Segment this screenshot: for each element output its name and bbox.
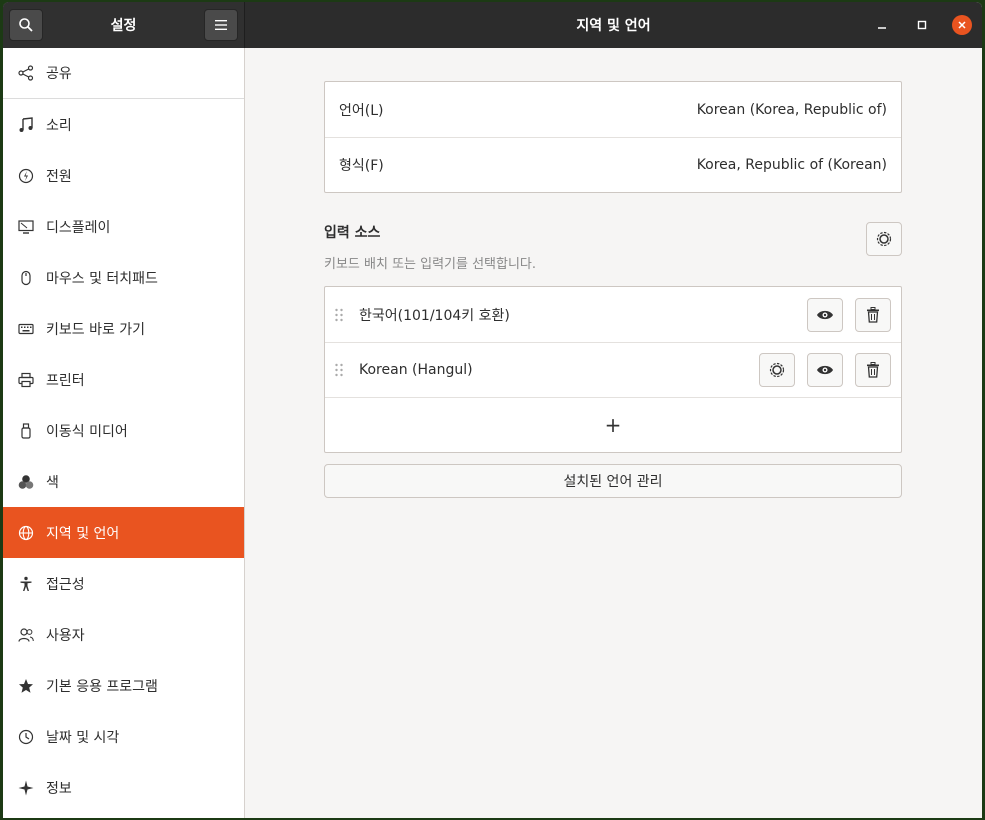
sidebar-item-label: 소리 <box>46 117 72 134</box>
settings-window: 설정 지역 및 언어 공유 소리 전원 디스플레이 마우스 및 터치패드 키보드… <box>3 2 982 818</box>
search-icon <box>19 18 33 32</box>
close-button[interactable] <box>952 15 972 35</box>
sidebar-item-label: 색 <box>46 474 59 491</box>
share-icon <box>18 65 34 81</box>
main-header: 지역 및 언어 <box>245 2 982 48</box>
hamburger-icon <box>214 20 227 30</box>
menu-button[interactable] <box>203 9 238 41</box>
drag-handle-icon[interactable] <box>333 308 345 322</box>
music-note-icon <box>18 116 34 133</box>
sidebar-item-color[interactable]: 색 <box>3 456 244 507</box>
sidebar-item-label: 지역 및 언어 <box>46 525 120 542</box>
formats-value: Korea, Republic of (Korean) <box>696 157 887 173</box>
printer-icon <box>18 372 34 388</box>
sidebar-item-display[interactable]: 디스플레이 <box>3 201 244 252</box>
language-card: 언어(L) Korean (Korea, Republic of) 형식(F) … <box>324 81 902 193</box>
sidebar-item-label: 접근성 <box>46 576 85 593</box>
page-title: 지역 및 언어 <box>576 18 651 34</box>
accessibility-icon <box>18 576 34 592</box>
remove-button[interactable] <box>855 353 891 387</box>
input-sources-subtitle: 키보드 배치 또는 입력기를 선택합니다. <box>324 257 537 272</box>
sidebar-item-users[interactable]: 사용자 <box>3 609 244 660</box>
input-source-label: Korean (Hangul) <box>359 362 473 378</box>
sidebar-header: 설정 <box>3 2 245 48</box>
remove-button[interactable] <box>855 297 891 332</box>
sparkle-icon <box>18 780 34 796</box>
input-sources-list: 한국어(101/104키 호환) Korean (Hangul) + <box>324 286 902 453</box>
sidebar-item-label: 공유 <box>46 66 72 82</box>
trash-icon <box>867 362 879 378</box>
keyboard-icon <box>18 321 34 337</box>
sidebar-item-label: 날짜 및 시각 <box>46 729 120 746</box>
close-icon <box>958 21 966 29</box>
formats-label: 형식(F) <box>339 158 384 174</box>
sidebar-item-power[interactable]: 전원 <box>3 150 244 201</box>
sidebar-item-default-apps[interactable]: 기본 응용 프로그램 <box>3 660 244 711</box>
clock-icon <box>18 729 34 745</box>
preview-button[interactable] <box>807 353 843 387</box>
sidebar-item-label: 키보드 바로 가기 <box>46 321 146 338</box>
sidebar-item-sharing[interactable]: 공유 <box>3 48 244 99</box>
sidebar-title: 설정 <box>110 18 137 34</box>
power-icon <box>18 168 34 184</box>
sidebar-item-label: 이동식 미디어 <box>46 423 128 440</box>
drag-handle-icon[interactable] <box>333 363 345 377</box>
sidebar-item-about[interactable]: 정보 <box>3 762 244 813</box>
sidebar-item-mouse[interactable]: 마우스 및 터치패드 <box>3 252 244 303</box>
eye-icon <box>817 365 833 375</box>
header-bar: 설정 지역 및 언어 <box>3 2 982 48</box>
sidebar: 공유 소리 전원 디스플레이 마우스 및 터치패드 키보드 바로 가기 프린터 … <box>3 48 245 818</box>
sidebar-item-region-language[interactable]: 지역 및 언어 <box>3 507 244 558</box>
sidebar-item-printers[interactable]: 프린터 <box>3 354 244 405</box>
input-sources-header: 입력 소스 키보드 배치 또는 입력기를 선택합니다. <box>324 222 902 272</box>
language-value: Korean (Korea, Republic of) <box>696 101 887 118</box>
input-source-label: 한국어(101/104키 호환) <box>359 307 510 324</box>
gear-icon <box>876 231 892 247</box>
sidebar-item-sound[interactable]: 소리 <box>3 99 244 150</box>
sidebar-item-label: 디스플레이 <box>46 219 111 236</box>
minimize-button[interactable] <box>872 15 892 35</box>
color-icon <box>18 474 34 490</box>
usb-icon <box>18 422 34 439</box>
sidebar-item-label: 정보 <box>46 780 72 797</box>
display-icon <box>18 219 34 235</box>
main-panel: 언어(L) Korean (Korea, Republic of) 형식(F) … <box>245 48 982 818</box>
sidebar-item-label: 사용자 <box>46 627 85 644</box>
input-sources-title: 입력 소스 <box>324 225 381 241</box>
search-button[interactable] <box>9 9 43 41</box>
minimize-icon <box>878 27 886 29</box>
sidebar-item-keyboard[interactable]: 키보드 바로 가기 <box>3 303 244 354</box>
maximize-button[interactable] <box>912 15 932 35</box>
eye-icon <box>817 310 833 319</box>
sidebar-item-label: 전원 <box>46 168 72 185</box>
formats-row[interactable]: 형식(F) Korea, Republic of (Korean) <box>325 137 901 192</box>
trash-icon <box>867 306 879 323</box>
manage-languages-button[interactable]: 설치된 언어 관리 <box>324 464 902 498</box>
sidebar-item-label: 기본 응용 프로그램 <box>46 678 158 695</box>
language-label: 언어(L) <box>339 102 384 119</box>
sidebar-item-date-time[interactable]: 날짜 및 시각 <box>3 711 244 762</box>
maximize-icon <box>917 20 927 30</box>
window-controls <box>872 2 972 48</box>
star-icon <box>18 678 34 694</box>
add-icon: + <box>604 413 622 437</box>
sidebar-item-removable-media[interactable]: 이동식 미디어 <box>3 405 244 456</box>
users-icon <box>18 627 34 643</box>
input-source-row[interactable]: 한국어(101/104키 호환) <box>325 287 901 342</box>
settings-button[interactable] <box>759 353 795 387</box>
gear-icon <box>769 362 785 378</box>
preview-button[interactable] <box>807 297 843 332</box>
mouse-icon <box>18 270 34 286</box>
input-source-row[interactable]: Korean (Hangul) <box>325 342 901 397</box>
language-row[interactable]: 언어(L) Korean (Korea, Republic of) <box>325 82 901 137</box>
sidebar-item-label: 마우스 및 터치패드 <box>46 270 158 287</box>
add-input-source-button[interactable]: + <box>325 397 901 452</box>
globe-icon <box>18 525 34 541</box>
input-source-options-button[interactable] <box>866 222 902 256</box>
sidebar-item-accessibility[interactable]: 접근성 <box>3 558 244 609</box>
sidebar-item-label: 프린터 <box>46 372 85 389</box>
